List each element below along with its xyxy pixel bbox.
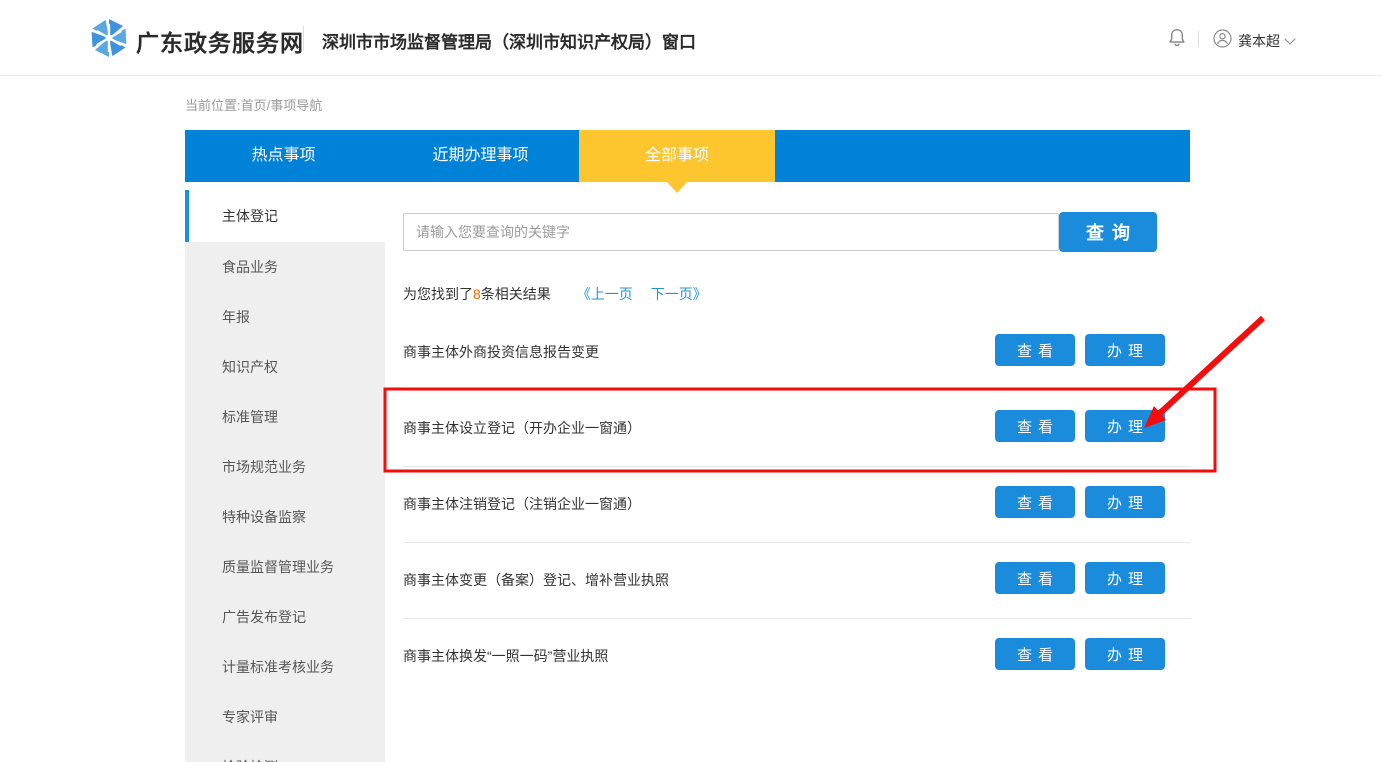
header-divider [303,26,304,50]
item-title[interactable]: 商事主体变更（备案）登记、增补营业执照 [403,570,669,590]
search-input[interactable] [403,213,1059,251]
sidebar-item-expert-review[interactable]: 专家评审 [185,692,385,742]
view-button-row2[interactable]: 查看 [995,410,1075,442]
sidebar-item-market-regulation[interactable]: 市场规范业务 [185,442,385,492]
view-button-row3[interactable]: 查看 [995,486,1075,518]
page: 广东政务服务网 深圳市市场监督管理局（深圳市知识产权局）窗口 龚本超 当前位置:… [0,0,1382,762]
user-name: 龚本超 [1238,31,1280,51]
sidebar-item-annual-report[interactable]: 年报 [185,292,385,342]
tab-bar: 热点事项 近期办理事项 全部事项 [185,130,1190,182]
handle-button-row5[interactable]: 办理 [1085,638,1165,670]
user-circle-icon [1213,29,1232,53]
sidebar: 食品业务 年报 知识产权 标准管理 市场规范业务 特种设备监察 质量监督管理业务… [185,242,385,762]
handle-button-row3[interactable]: 办理 [1085,486,1165,518]
user-menu[interactable]: 龚本超 [1213,29,1294,53]
row-divider [403,390,1190,391]
sidebar-item-clipped[interactable]: 检验检测 [185,742,385,762]
tab-all-items[interactable]: 全部事项 [579,130,775,182]
handle-button-row4[interactable]: 办理 [1085,562,1165,594]
sidebar-item-special-equipment[interactable]: 特种设备监察 [185,492,385,542]
result-summary: 为您找到了8条相关结果 《上一页 下一页》 [403,284,707,304]
prev-page-link[interactable]: 《上一页 [577,284,633,304]
search-button[interactable]: 查询 [1059,212,1157,252]
row-divider [403,618,1190,619]
result-prefix: 为您找到了 [403,284,473,304]
breadcrumb: 当前位置:首页/事项导航 [185,95,322,114]
bell-icon[interactable] [1168,28,1186,53]
sidebar-item-food-business[interactable]: 食品业务 [185,242,385,292]
handle-button-row1[interactable]: 办理 [1085,334,1165,366]
pinwheel-logo [88,17,130,64]
tab-recent-items[interactable]: 近期办理事项 [382,130,579,182]
brand-title[interactable]: 广东政务服务网 [136,24,304,58]
sidebar-item-standard-management[interactable]: 标准管理 [185,392,385,442]
sidebar-item-ad-publishing[interactable]: 广告发布登记 [185,592,385,642]
item-title[interactable]: 商事主体设立登记（开办企业一窗通） [403,418,641,438]
next-page-link[interactable]: 下一页》 [651,284,707,304]
item-title[interactable]: 商事主体外商投资信息报告变更 [403,342,599,362]
red-arrow-shaft [1160,318,1263,413]
active-tab-caret [667,182,687,193]
window-office-title: 深圳市市场监督管理局（深圳市知识产权局）窗口 [322,28,696,53]
result-suffix: 条相关结果 [481,284,551,304]
sidebar-item-metrology-assessment[interactable]: 计量标准考核业务 [185,642,385,692]
sidebar-item-intellectual-property[interactable]: 知识产权 [185,342,385,392]
result-count: 8 [473,286,481,302]
item-title[interactable]: 商事主体换发“一照一码”营业执照 [403,646,608,666]
tab-hot-items[interactable]: 热点事项 [185,130,382,182]
view-button-row5[interactable]: 查看 [995,638,1075,670]
view-button-row4[interactable]: 查看 [995,562,1075,594]
handle-button-row2[interactable]: 办理 [1085,410,1165,442]
row-divider [403,542,1190,543]
row-divider [403,466,1190,467]
item-title[interactable]: 商事主体注销登记（注销企业一窗通） [403,494,641,514]
chevron-down-icon [1284,33,1295,44]
view-button-row1[interactable]: 查看 [995,334,1075,366]
sidebar-item-quality-supervision[interactable]: 质量监督管理业务 [185,542,385,592]
header-divider [1198,31,1199,47]
sidebar-item-subject-registration[interactable]: 主体登记 [185,190,385,242]
